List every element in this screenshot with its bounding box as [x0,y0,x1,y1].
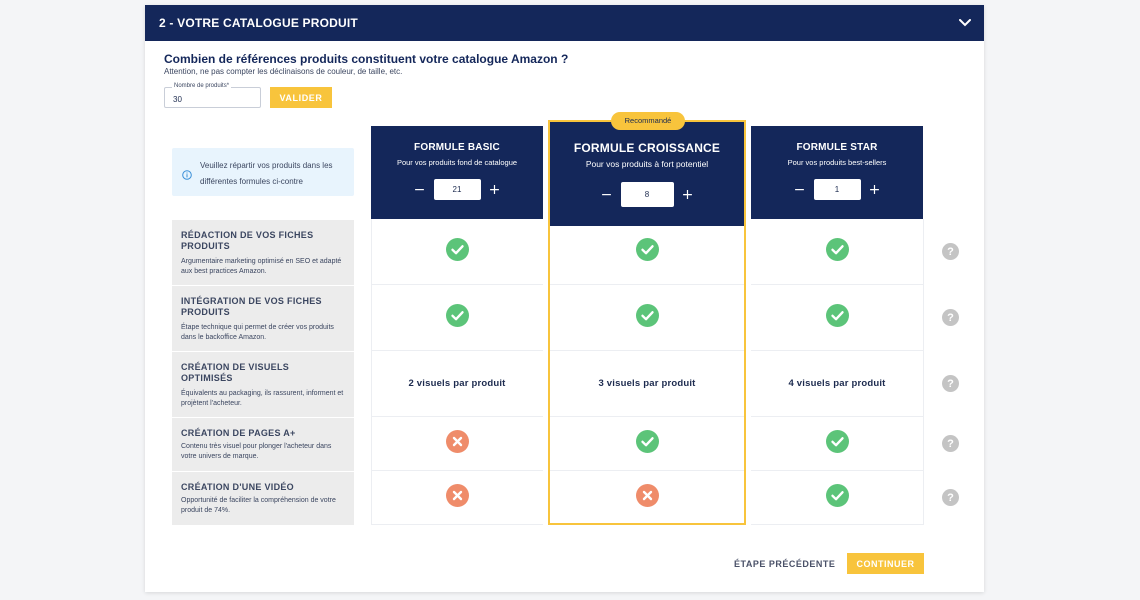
feature-description: Opportunité de faciliter la compréhensio… [181,497,336,514]
previous-step-link[interactable]: ÉTAPE PRÉCÉDENTE [734,559,835,569]
increment-button[interactable]: + [487,182,503,198]
feature-description: Contenu très visuel pour plonger l'achet… [181,443,332,460]
table-divider [923,219,924,525]
help-icon[interactable]: ? [942,309,959,326]
feature-title: RÉDACTION DE VOS FICHES PRODUITS [181,230,314,251]
products-count-input[interactable] [165,88,260,107]
cell-value: 3 visuels par produit [598,378,696,389]
plan-subtitle: Pour vos produits fond de catalogue [396,158,518,167]
catalog-question: Combien de références produits constitue… [164,52,569,66]
feature-description: Étape technique qui permet de créer vos … [181,324,334,341]
feature-list: RÉDACTION DE VOS FICHES PRODUITS Argumen… [172,220,354,525]
feature-title: INTÉGRATION DE VOS FICHES PRODUITS [181,296,322,317]
help-icon[interactable]: ? [942,489,959,506]
check-icon [825,429,849,458]
comparison-cell [371,219,543,285]
products-count-field: Nombre de produits* [164,83,261,108]
feature-description: Équivalents au packaging, ils rassurent,… [181,390,344,407]
catalog-hint: Attention, ne pas compter les déclinaiso… [164,67,403,76]
comparison-cell [550,285,744,351]
chevron-down-icon[interactable] [958,16,972,30]
plan-basic-header: FORMULE BASIC Pour vos produits fond de … [371,126,543,219]
increment-button[interactable]: + [867,182,883,198]
feature-title: CRÉATION DE PAGES A+ [181,428,296,438]
catalog-section: 2 - VOTRE CATALOGUE PRODUIT Combien de r… [145,5,984,592]
info-icon [182,167,192,180]
decrement-button[interactable]: − [792,182,808,198]
info-box: Veuillez répartir vos produits dans les … [172,148,354,196]
comparison-cell: 3 visuels par produit [550,351,744,417]
help-icon[interactable]: ? [942,243,959,260]
comparison-cell [751,471,923,525]
info-text: Veuillez répartir vos produits dans les … [200,161,333,186]
plan-croissance-header: FORMULE CROISSANCE Pour vos produits à f… [550,122,744,226]
feature-row: CRÉATION DE PAGES A+ Contenu très visuel… [172,418,354,472]
section-title: 2 - VOTRE CATALOGUE PRODUIT [159,16,358,30]
comparison-cell [751,285,923,351]
feature-title: CRÉATION DE VISUELS OPTIMISÉS [181,362,290,383]
check-icon [445,303,469,332]
plan-croissance-quantity-input[interactable] [620,182,674,207]
plan-name: FORMULE CROISSANCE [573,141,721,155]
cell-value: 2 visuels par produit [408,378,506,389]
check-icon [825,483,849,512]
plan-subtitle: Pour vos produits best-sellers [787,158,887,167]
check-icon [635,429,659,458]
check-icon [445,237,469,266]
comparison-cell [371,471,543,525]
comparison-cell [751,219,923,285]
recommended-badge: Recommandé [611,112,685,130]
feature-row: RÉDACTION DE VOS FICHES PRODUITS Argumen… [172,220,354,286]
feature-description: Argumentaire marketing optimisé en SEO e… [181,258,342,275]
help-icon[interactable]: ? [942,435,959,452]
plan-star-header: FORMULE STAR Pour vos produits best-sell… [751,126,923,219]
plan-name: FORMULE BASIC [414,142,500,153]
plan-subtitle: Pour vos produits à fort potentiel [585,159,709,169]
increment-button[interactable]: + [680,187,696,203]
plan-name: FORMULE STAR [796,142,878,153]
comparison-cell [371,417,543,471]
plan-star-stepper: − + [751,179,923,200]
check-icon [825,237,849,266]
comparison-cell: 4 visuels par produit [751,351,923,417]
decrement-button[interactable]: − [412,182,428,198]
continue-button[interactable]: CONTINUER [847,553,924,574]
section-header[interactable]: 2 - VOTRE CATALOGUE PRODUIT [145,5,984,41]
feature-row: CRÉATION D'UNE VIDÉO Opportunité de faci… [172,472,354,525]
comparison-cell [371,285,543,351]
cross-icon [635,483,659,512]
plan-basic-stepper: − + [371,179,543,200]
comparison-cell [550,417,744,471]
feature-title: CRÉATION D'UNE VIDÉO [181,482,294,492]
cross-icon [445,483,469,512]
check-icon [635,237,659,266]
check-icon [635,303,659,332]
cell-value: 4 visuels par produit [788,378,886,389]
comparison-cell: 2 visuels par produit [371,351,543,417]
cross-icon [445,429,469,458]
check-icon [825,303,849,332]
plan-star-quantity-input[interactable] [813,179,861,200]
help-icon[interactable]: ? [942,375,959,392]
comparison-cell [550,219,744,285]
comparison-cell [550,471,744,525]
feature-row: CRÉATION DE VISUELS OPTIMISÉS Équivalent… [172,352,354,418]
comparison-cell [751,417,923,471]
decrement-button[interactable]: − [599,187,615,203]
validate-button[interactable]: VALIDER [270,87,332,108]
plan-croissance-stepper: − + [550,182,744,207]
plan-basic-quantity-input[interactable] [433,179,481,200]
feature-row: INTÉGRATION DE VOS FICHES PRODUITS Étape… [172,286,354,352]
